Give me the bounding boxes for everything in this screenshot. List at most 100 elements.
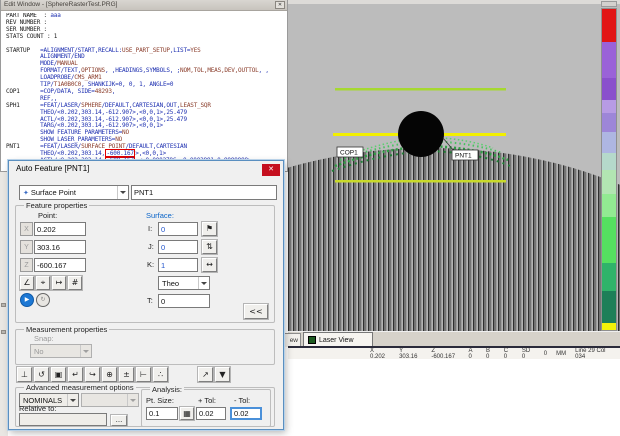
relative-to-label: Relative to:	[19, 404, 57, 413]
rotate-button[interactable]: ↺	[34, 367, 49, 382]
plus-tol-input[interactable]	[196, 407, 226, 420]
pixel-size-icon[interactable]: ▦	[180, 407, 194, 420]
theo-mode-value: Theo	[162, 279, 179, 288]
scale-segment	[602, 132, 616, 153]
gutter-mark	[1, 330, 6, 334]
code-segment: YES	[190, 47, 200, 54]
axis-angle-button[interactable]: ∠	[20, 276, 34, 290]
target-button[interactable]: ⊕	[102, 367, 117, 382]
program-code[interactable]: PART NAME : aaaREV NUMBER : SER NUMBER :…	[6, 13, 286, 170]
execute-button[interactable]: ▶	[20, 293, 34, 307]
chevron-down-icon	[198, 277, 209, 289]
box-select-button[interactable]: ▣	[51, 367, 66, 382]
point-cloud-button[interactable]: ∴	[153, 367, 168, 382]
measurement-toolbar: ⊥↺▣↵↪⊕±⊢∴ ↗▼	[17, 367, 230, 382]
snap-value: No	[34, 347, 44, 356]
grid-button[interactable]: #	[68, 276, 82, 290]
surface-label[interactable]: Surface:	[146, 211, 174, 220]
laser-view-panel[interactable]: COP1 PNT1	[288, 0, 620, 331]
pt-size-label: Pt. Size:	[146, 396, 174, 405]
relative-to-input[interactable]	[19, 413, 107, 426]
left-gutter	[0, 170, 8, 436]
status-item: Line 29 Col 034	[575, 348, 616, 360]
k-input[interactable]	[158, 258, 198, 272]
svg-text:PNT1: PNT1	[455, 153, 472, 160]
status-item: X 0.202	[370, 348, 390, 360]
path-lines-button[interactable]: ↗	[198, 367, 213, 382]
scale-segment	[602, 291, 616, 323]
t-input[interactable]	[158, 294, 210, 308]
status-item: C 0	[504, 348, 513, 360]
edit-window[interactable]: Edit Window - [SphereRasterTest.PRG] ✕ P…	[0, 0, 288, 172]
sphere-silhouette	[398, 111, 444, 157]
chevron-down-icon	[117, 186, 128, 199]
browse-button[interactable]: ...	[111, 415, 127, 426]
analysis-label: Analysis:	[150, 385, 184, 394]
t-label: T:	[147, 296, 153, 305]
return-path-button[interactable]: ↵	[68, 367, 83, 382]
redirect-button[interactable]: ↪	[85, 367, 100, 382]
retest-button[interactable]: ↻	[36, 293, 50, 307]
auto-feature-dialog: Auto Feature [PNT1] ✕ ✦ Surface Point Fe…	[8, 160, 284, 430]
close-icon[interactable]: ✕	[262, 164, 280, 176]
y-axis-tag: Y	[20, 240, 33, 254]
edit-window-title: Edit Window - [SphereRasterTest.PRG]	[4, 1, 117, 8]
k-label: K:	[147, 260, 154, 269]
snap-label: Snap:	[34, 334, 54, 343]
theo-mode-dropdown[interactable]: Theo	[158, 276, 210, 290]
advanced-options-label: Advanced measurement options	[24, 383, 136, 392]
scale-segment	[602, 153, 616, 170]
scale-segment	[602, 113, 616, 132]
pt-size-input[interactable]	[146, 407, 178, 420]
code-segment: aaa	[50, 13, 60, 19]
tab-laser-view[interactable]: Laser View	[303, 332, 373, 347]
point-distance-button[interactable]: ↦	[52, 276, 66, 290]
z-axis-tag: Z	[20, 258, 33, 272]
j-input[interactable]	[158, 240, 198, 254]
dialog-title: Auto Feature [PNT1]	[16, 164, 89, 173]
plus-tol-label: + Tol:	[198, 396, 216, 405]
offset-button[interactable]: ⊢	[136, 367, 151, 382]
measurement-properties-label: Measurement properties	[24, 325, 109, 334]
measurement-tools: ⊥↺▣↵↪⊕±⊢∴	[17, 367, 168, 382]
level-button[interactable]: ±	[119, 367, 134, 382]
edit-window-titlebar[interactable]: Edit Window - [SphereRasterTest.PRG] ✕	[1, 0, 287, 11]
feature-name-input[interactable]	[131, 185, 277, 200]
y-input[interactable]	[34, 240, 86, 254]
z-input[interactable]	[34, 258, 86, 272]
upper-green-line	[335, 88, 506, 91]
feature-type-dropdown[interactable]: ✦ Surface Point	[19, 185, 129, 200]
find-nominals-button[interactable]: ⌖	[36, 276, 50, 290]
svg-text:COP1: COP1	[340, 150, 358, 157]
measurement-tools-extra: ↗▼	[198, 367, 230, 382]
scale-segment	[602, 78, 616, 100]
x-input[interactable]	[34, 222, 86, 236]
i-label: I:	[148, 224, 152, 233]
minus-tol-input[interactable]	[230, 407, 262, 420]
edit-window-close-icon[interactable]: ✕	[275, 1, 285, 9]
secondary-dropdown[interactable]	[81, 393, 139, 407]
surface-point-icon: ✦	[23, 189, 29, 197]
probe-button[interactable]: ⊥	[17, 367, 32, 382]
code-segment: ,LIST=	[170, 47, 190, 54]
swap-vector-button[interactable]: ↔	[202, 258, 217, 272]
i-input[interactable]	[158, 222, 198, 236]
cop1-label[interactable]: COP1	[337, 147, 363, 157]
feature-tools-row: ∠⌖↦#	[20, 276, 82, 290]
x-axis-tag: X	[20, 222, 33, 236]
collapse-button[interactable]: <<	[244, 304, 268, 319]
tab-graphics-view[interactable]: ew	[282, 333, 301, 347]
code-segment: 48293	[95, 88, 112, 95]
flip-vector-button[interactable]: ⇅	[202, 240, 217, 254]
status-item: Z -600.167	[431, 348, 459, 360]
gage-button[interactable]: ⚑	[202, 222, 217, 236]
deviation-color-scale[interactable]	[601, 8, 617, 331]
feature-properties-label: Feature properties	[24, 201, 89, 210]
laser-scan-canvas[interactable]: COP1 PNT1	[288, 0, 620, 331]
laser-tab-icon	[308, 336, 316, 344]
lower-yellowgreen-line	[335, 180, 506, 183]
filter-button[interactable]: ▼	[215, 367, 230, 382]
pnt1-label[interactable]: PNT1	[452, 150, 478, 160]
j-label: J:	[148, 242, 154, 251]
snap-dropdown[interactable]: No	[30, 344, 92, 358]
